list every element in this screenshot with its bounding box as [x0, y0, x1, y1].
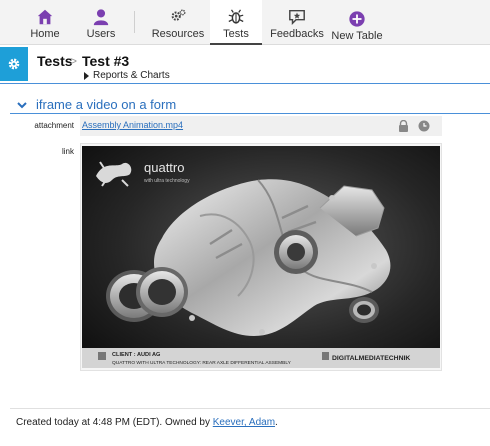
top-navigation: Home Users Resources Tests Feedbacks New… — [0, 0, 490, 45]
nav-new-table[interactable]: New Table — [330, 0, 384, 45]
section-divider — [10, 113, 490, 114]
gears-icon — [171, 9, 186, 21]
video-caption-description: QUATTRO WITH ULTRA TECHNOLOGY: REAR AXLE… — [112, 360, 292, 366]
brand-logo-text: quattro — [144, 160, 184, 175]
nav-users-label: Users — [86, 28, 116, 40]
studio-logo-text: DIGITALMEDIATECHNIK — [332, 355, 410, 362]
nav-home[interactable]: Home — [20, 0, 70, 45]
attachment-link[interactable]: Assembly Animation.mp4 — [82, 120, 183, 130]
nav-tests[interactable]: Tests — [210, 0, 262, 45]
footer-period: . — [275, 417, 278, 428]
nav-resources-label: Resources — [151, 28, 205, 40]
nav-tests-label: Tests — [223, 28, 249, 40]
bug-icon — [228, 9, 244, 24]
plus-circle-icon — [349, 11, 365, 27]
home-icon — [37, 9, 53, 25]
nav-feedbacks[interactable]: Feedbacks — [270, 0, 324, 45]
video-thumbnail[interactable]: quattro with ultra technology CLIENT: A… — [82, 146, 440, 368]
footer-created-text: Created today at 4:48 PM (EDT). Owned by — [16, 417, 213, 428]
brand-logo-subtitle: with ultra technology — [144, 178, 190, 184]
section-header[interactable]: iframe a video on a form — [16, 97, 176, 112]
nav-feedbacks-label: Feedbacks — [270, 28, 324, 40]
reports-charts-toggle[interactable]: Reports & Charts — [84, 70, 170, 81]
page-title: Test #3 — [82, 53, 130, 69]
footer-divider — [10, 408, 490, 409]
chevron-down-icon — [17, 101, 27, 108]
reports-charts-label: Reports & Charts — [93, 70, 170, 81]
clock-icon[interactable] — [418, 120, 430, 132]
lock-icon[interactable] — [398, 120, 409, 132]
gear-icon — [8, 58, 20, 70]
attachment-label: attachment — [34, 121, 74, 130]
section-title: iframe a video on a form — [36, 97, 177, 112]
video-caption-client: CLIENT : AUDI AG — [112, 352, 160, 358]
record-footer: Created today at 4:48 PM (EDT). Owned by… — [16, 417, 278, 428]
feedback-icon — [289, 9, 305, 26]
settings-button[interactable] — [0, 47, 28, 81]
nav-home-label: Home — [30, 28, 60, 40]
nav-divider — [134, 11, 135, 33]
link-label: link — [61, 147, 74, 156]
nav-users[interactable]: Users — [78, 0, 124, 45]
seal-ring — [349, 297, 379, 323]
nav-new-table-label: New Table — [331, 30, 383, 42]
caret-right-icon — [84, 71, 89, 80]
page-header: Tests > Test #3 Reports & Charts — [0, 46, 490, 84]
user-icon — [93, 9, 109, 26]
breadcrumb-tests-link[interactable]: Tests — [37, 53, 73, 69]
owner-link[interactable]: Keever, Adam — [213, 417, 275, 428]
nav-resources[interactable]: Resources — [150, 0, 206, 45]
breadcrumb-separator: > — [70, 54, 78, 68]
